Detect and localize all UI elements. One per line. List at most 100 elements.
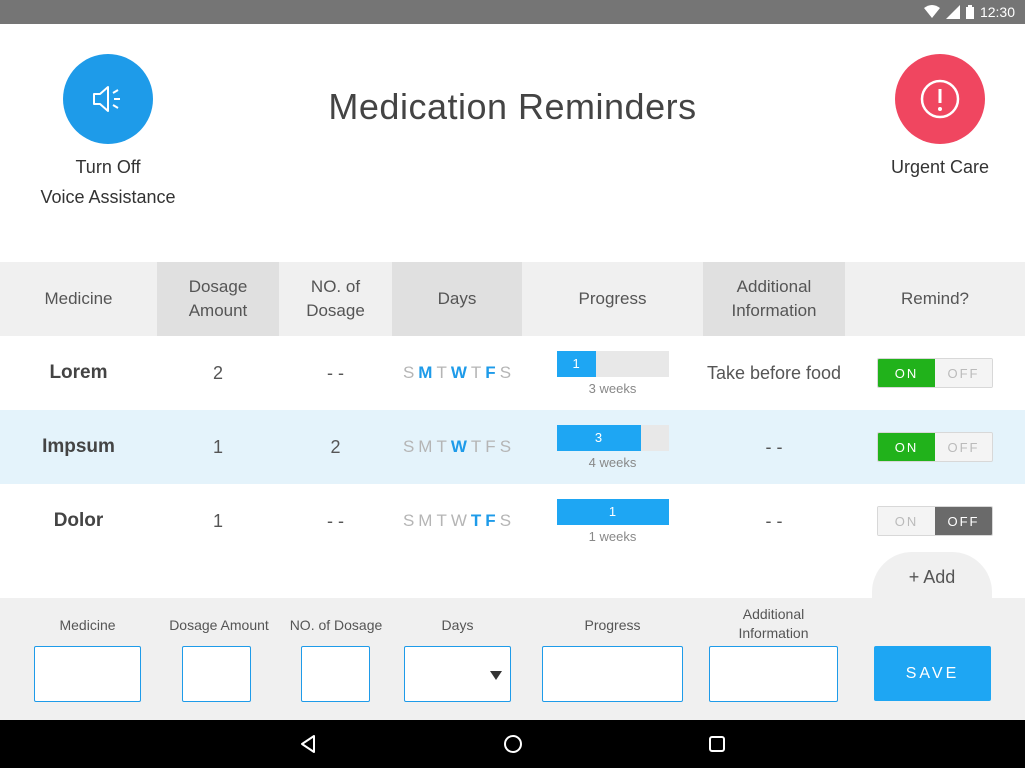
col-additional-info: Additional Information: [703, 262, 845, 336]
progress-fill: 3: [556, 424, 641, 451]
clock: 12:30: [979, 4, 1015, 20]
additional-info-input[interactable]: [709, 646, 838, 702]
day-letter: W: [450, 511, 467, 530]
col-remind: Remind?: [900, 289, 970, 308]
dosage-amount: 1: [212, 436, 223, 457]
day-letter: W: [450, 437, 467, 456]
dosage-amount-input[interactable]: [182, 646, 251, 702]
medicine-name: Lorem: [49, 362, 108, 383]
day-letter: T: [470, 511, 482, 530]
day-letter: S: [499, 363, 512, 382]
toggle-off[interactable]: OFF: [935, 433, 992, 461]
no-dosage-input[interactable]: [301, 646, 370, 702]
additional-info: - -: [765, 436, 783, 457]
day-letter: F: [485, 437, 496, 456]
days-schedule: SMTWTFS: [392, 336, 522, 410]
toggle-on[interactable]: ON: [878, 359, 935, 387]
form-days-label: Days: [441, 617, 474, 633]
additional-info: - -: [765, 510, 783, 531]
remind-toggle[interactable]: ON OFF: [877, 506, 993, 536]
progress-bar: 1: [556, 350, 669, 377]
dosage-count: 2: [330, 436, 341, 457]
medicine-name: Dolor: [53, 510, 104, 531]
day-letter: T: [436, 511, 447, 530]
progress-bar: 3: [556, 424, 669, 451]
form-dosage-amount-label: Dosage Amount: [169, 617, 269, 633]
dosage-amount: 2: [212, 362, 223, 383]
form-no-dosage-label: NO. of Dosage: [289, 617, 383, 633]
day-letter: T: [436, 437, 447, 456]
additional-info: Take before food: [706, 362, 842, 383]
header: Turn Off Voice Assistance Medication Rem…: [0, 24, 1025, 262]
medicine-input[interactable]: [34, 646, 141, 702]
col-medicine: Medicine: [44, 289, 113, 308]
col-days: Days: [392, 262, 522, 336]
progress-fill: 1: [556, 350, 596, 377]
add-medication-form: Medicine Dosage Amount NO. of Dosage Day…: [0, 598, 1025, 720]
progress-label: 4 weeks: [588, 454, 637, 470]
table-row[interactable]: Dolor 1 - - SMTWTFS 1 1 weeks - - ON OFF: [0, 484, 1025, 558]
progress-cell: 1 3 weeks: [522, 336, 703, 410]
home-icon[interactable]: [501, 732, 525, 756]
signal-icon: [945, 5, 960, 19]
medicine-name: Impsum: [42, 436, 115, 457]
days-schedule: SMTWTFS: [392, 410, 522, 484]
dosage-count: - -: [327, 362, 344, 383]
day-letter: S: [499, 437, 512, 456]
status-bar: 12:30: [0, 0, 1025, 24]
navigation-bar: [0, 720, 1025, 768]
day-letter: S: [402, 511, 415, 530]
urgent-care-button[interactable]: [895, 54, 985, 144]
day-letter: W: [450, 363, 467, 382]
progress-fill: 1: [556, 498, 669, 525]
progress-input[interactable]: [542, 646, 683, 702]
day-letter: M: [418, 511, 433, 530]
remind-toggle[interactable]: ON OFF: [877, 358, 993, 388]
toggle-off[interactable]: OFF: [935, 507, 992, 535]
save-button[interactable]: SAVE: [874, 646, 991, 701]
toggle-on[interactable]: ON: [878, 507, 935, 535]
add-medication-button[interactable]: + Add: [872, 552, 992, 602]
day-letter: F: [485, 363, 496, 382]
wifi-icon: [923, 5, 940, 18]
col-no-dosage: NO. of Dosage: [306, 277, 365, 320]
day-letter: T: [470, 437, 482, 456]
day-letter: T: [470, 363, 482, 382]
urgent-care-label: Urgent Care: [890, 157, 990, 177]
dropdown-arrow-icon: [490, 671, 502, 680]
voice-assistance-label: Turn Off Voice Assistance: [40, 157, 176, 207]
toggle-on[interactable]: ON: [878, 433, 935, 461]
table-header: Medicine Dosage Amount NO. of Dosage Days …: [0, 262, 1025, 336]
progress-bar: 1: [556, 498, 669, 525]
remind-cell: ON OFF: [845, 336, 1025, 410]
back-icon[interactable]: [297, 732, 321, 756]
dosage-count: - -: [327, 510, 344, 531]
day-letter: T: [436, 363, 447, 382]
battery-icon: [965, 5, 974, 19]
table-row[interactable]: Lorem 2 - - SMTWTFS 1 3 weeks Take befor…: [0, 336, 1025, 410]
day-letter: F: [485, 511, 496, 530]
days-schedule: SMTWTFS: [392, 484, 522, 558]
col-dosage-amount: Dosage Amount: [157, 262, 279, 336]
day-letter: M: [418, 437, 433, 456]
day-letter: M: [418, 363, 433, 382]
remind-cell: ON OFF: [845, 410, 1025, 484]
form-medicine-label: Medicine: [59, 617, 116, 633]
remind-toggle[interactable]: ON OFF: [877, 432, 993, 462]
remind-cell: ON OFF: [845, 484, 1025, 558]
days-select[interactable]: [404, 646, 511, 702]
table-body: Lorem 2 - - SMTWTFS 1 3 weeks Take befor…: [0, 336, 1025, 558]
recents-icon[interactable]: [705, 732, 729, 756]
dosage-amount: 1: [212, 510, 223, 531]
progress-label: 3 weeks: [588, 380, 637, 396]
medication-table: Medicine Dosage Amount NO. of Dosage Days …: [0, 262, 1025, 558]
day-letter: S: [499, 511, 512, 530]
form-progress-label: Progress: [584, 617, 641, 633]
form-additional-label: Additional Information: [738, 606, 809, 641]
progress-cell: 1 1 weeks: [522, 484, 703, 558]
progress-label: 1 weeks: [588, 528, 637, 544]
toggle-off[interactable]: OFF: [935, 359, 992, 387]
day-letter: S: [402, 437, 415, 456]
table-row[interactable]: Impsum 1 2 SMTWTFS 3 4 weeks - - ON OFF: [0, 410, 1025, 484]
page-title: Medication Reminders: [328, 86, 697, 127]
